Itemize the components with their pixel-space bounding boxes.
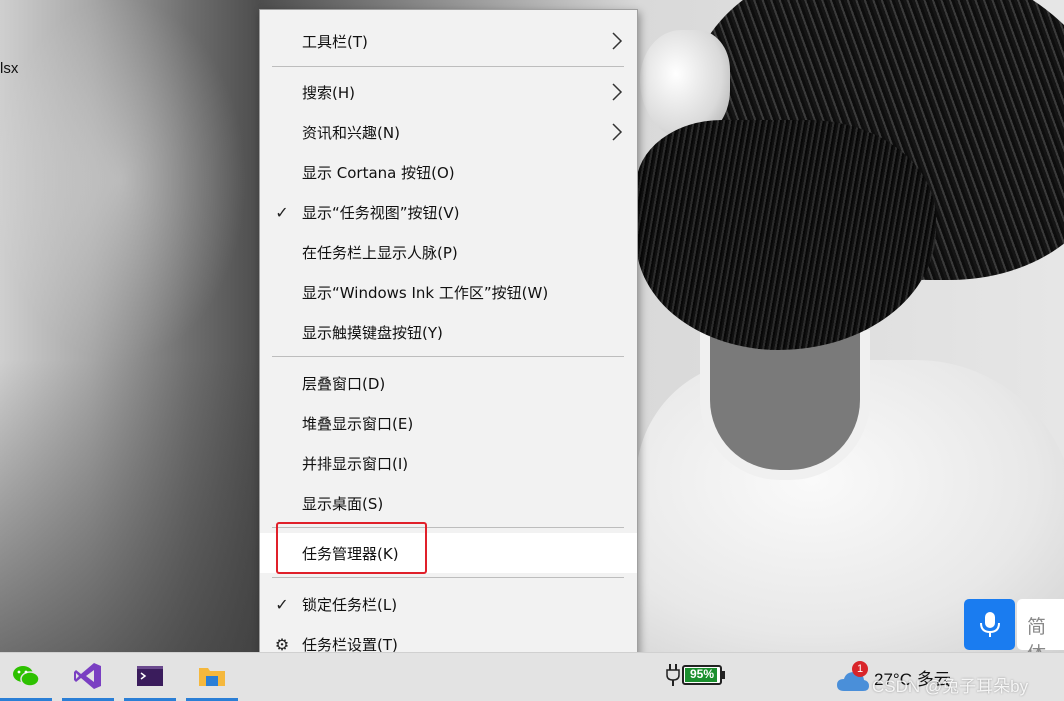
menu-item-label: 在任务栏上显示人脉(P) (302, 243, 458, 262)
gear-icon: ⚙ (274, 634, 290, 654)
menu-item-show-cortana[interactable]: 显示 Cortana 按钮(O) (260, 152, 637, 192)
checkmark-icon: ✓ (275, 202, 289, 222)
menu-item-search[interactable]: 搜索(H) (260, 72, 637, 112)
menu-item-label: 显示“Windows Ink 工作区”按钮(W) (302, 283, 549, 302)
checkmark-icon: ✓ (275, 594, 289, 614)
chevron-right-icon (612, 32, 623, 50)
taskbar-app-visual-studio[interactable] (62, 653, 114, 701)
taskbar-context-menu: 工具栏(T) 搜索(H) 资讯和兴趣(N) 显示 Cortana 按钮(O) ✓… (259, 9, 638, 675)
taskbar-app-file-explorer[interactable] (186, 653, 238, 701)
menu-item-toolbars[interactable]: 工具栏(T) (260, 21, 637, 61)
notification-badge: 1 (852, 661, 868, 677)
menu-item-stack-windows[interactable]: 堆叠显示窗口(E) (260, 403, 637, 443)
menu-item-show-desktop[interactable]: 显示桌面(S) (260, 483, 637, 523)
terminal-icon (137, 666, 163, 686)
microphone-icon (980, 612, 1000, 637)
menu-item-label: 显示桌面(S) (302, 494, 384, 513)
power-plug-icon (666, 664, 680, 686)
wallpaper-beard (636, 120, 936, 350)
menu-item-news-interests[interactable]: 资讯和兴趣(N) (260, 112, 637, 152)
chevron-right-icon (612, 83, 623, 101)
menu-item-label: 并排显示窗口(I) (302, 454, 409, 473)
menu-item-label: 显示触摸键盘按钮(Y) (302, 323, 443, 342)
taskbar-app-terminal[interactable] (124, 653, 176, 701)
menu-item-label: 堆叠显示窗口(E) (302, 414, 414, 433)
menu-item-show-touch-keyboard[interactable]: 显示触摸键盘按钮(Y) (260, 312, 637, 352)
csdn-watermark: CSDN @兔子耳朵by (872, 677, 1029, 696)
menu-item-label: 显示 Cortana 按钮(O) (302, 163, 455, 182)
battery-percent-label: 95% (689, 667, 715, 681)
highlight-annotation-box (276, 522, 427, 574)
menu-item-label: 工具栏(T) (302, 32, 368, 51)
taskbar-app-wechat[interactable] (0, 653, 52, 701)
wallpaper-collar (700, 330, 870, 480)
menu-item-label: 锁定任务栏(L) (302, 595, 398, 614)
desktop-file-label[interactable]: lsx (0, 60, 18, 77)
visual-studio-icon (74, 663, 101, 689)
wallpaper-shadow (0, 360, 260, 652)
menu-item-label: 层叠窗口(D) (302, 374, 386, 393)
menu-separator (272, 577, 624, 578)
menu-item-label: 显示“任务视图”按钮(V) (302, 203, 460, 222)
ime-text-field[interactable]: 简体 (1017, 599, 1064, 665)
battery-indicator[interactable]: 95% (666, 663, 730, 689)
menu-item-cascade-windows[interactable]: 层叠窗口(D) (260, 363, 637, 403)
menu-item-show-task-view[interactable]: ✓ 显示“任务视图”按钮(V) (260, 192, 637, 232)
menu-item-show-windows-ink[interactable]: 显示“Windows Ink 工作区”按钮(W) (260, 272, 637, 312)
menu-separator (272, 356, 624, 357)
wechat-icon (13, 666, 40, 687)
voice-input-button[interactable] (964, 599, 1015, 650)
chevron-right-icon (612, 123, 623, 141)
menu-item-lock-taskbar[interactable]: ✓ 锁定任务栏(L) (260, 584, 637, 624)
file-explorer-icon (199, 668, 225, 686)
menu-separator (272, 66, 624, 67)
menu-item-side-by-side[interactable]: 并排显示窗口(I) (260, 443, 637, 483)
battery-cap (722, 671, 725, 679)
menu-item-label: 资讯和兴趣(N) (302, 123, 400, 142)
menu-item-show-people[interactable]: 在任务栏上显示人脉(P) (260, 232, 637, 272)
menu-item-label: 搜索(H) (302, 83, 355, 102)
